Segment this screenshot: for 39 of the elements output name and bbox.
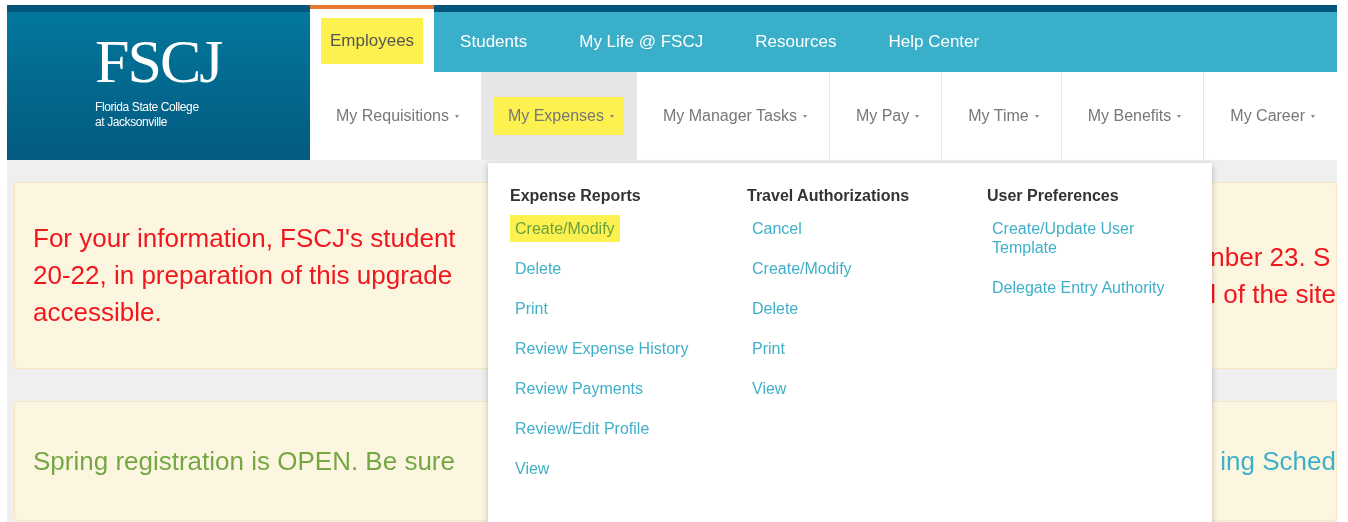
menu-link[interactable]: Cancel xyxy=(747,215,807,242)
caret-icon xyxy=(454,114,459,118)
caret-icon xyxy=(609,114,614,118)
menu-heading: Expense Reports xyxy=(510,187,641,205)
caret-icon xyxy=(1177,114,1182,118)
notice-text: l of the site xyxy=(1210,277,1336,311)
menu-link[interactable]: Review/Edit Profile xyxy=(510,415,655,442)
top-nav-tab[interactable]: Help Center xyxy=(862,12,1006,72)
top-nav-tab[interactable]: My Life @ FSCJ xyxy=(553,12,730,72)
caret-icon xyxy=(802,114,807,118)
menu-link[interactable]: Review Payments xyxy=(510,375,649,402)
notice-text: For your information, FSCJ's student xyxy=(33,222,456,255)
notice-link[interactable]: ing Sched xyxy=(1220,442,1336,480)
menu-link[interactable]: Create/Modify xyxy=(510,215,620,242)
caret-icon xyxy=(1034,114,1039,118)
top-nav-tab[interactable]: Employees xyxy=(310,5,435,72)
menu-link[interactable]: Print xyxy=(510,295,553,322)
logo-title: FSCJ xyxy=(95,30,222,92)
menu-link[interactable]: Delete xyxy=(747,295,804,322)
notice-text: 20-22, in preparation of this upgrade xyxy=(33,259,454,292)
menu-link[interactable]: Review Expense History xyxy=(510,335,694,362)
top-nav-tab[interactable]: Students xyxy=(434,12,554,72)
menu-link[interactable]: Create/Update User Template xyxy=(987,215,1177,261)
top-nav-tab[interactable]: Resources xyxy=(729,12,863,72)
notice-text: Spring registration is OPEN. Be sure xyxy=(33,444,455,478)
menu-heading: Travel Authorizations xyxy=(747,187,910,205)
notice-text: accessible. xyxy=(33,296,163,329)
sub-nav-menu[interactable]: My Expenses xyxy=(480,72,636,160)
menu-link[interactable]: Delegate Entry Authority xyxy=(987,274,1170,301)
menu-link[interactable]: Delete xyxy=(510,255,567,282)
menu-link[interactable]: View xyxy=(510,455,555,482)
caret-icon xyxy=(915,114,920,118)
menu-heading: User Preferences xyxy=(987,187,1119,205)
menu-link[interactable]: Print xyxy=(747,335,790,362)
caret-icon xyxy=(1311,114,1315,118)
menu-link[interactable]: View xyxy=(747,375,792,402)
logo-subtitle: Florida State College at Jacksonville xyxy=(95,100,199,130)
menu-link[interactable]: Create/Modify xyxy=(747,255,857,282)
notice-text: nber 23. S xyxy=(1210,240,1332,274)
